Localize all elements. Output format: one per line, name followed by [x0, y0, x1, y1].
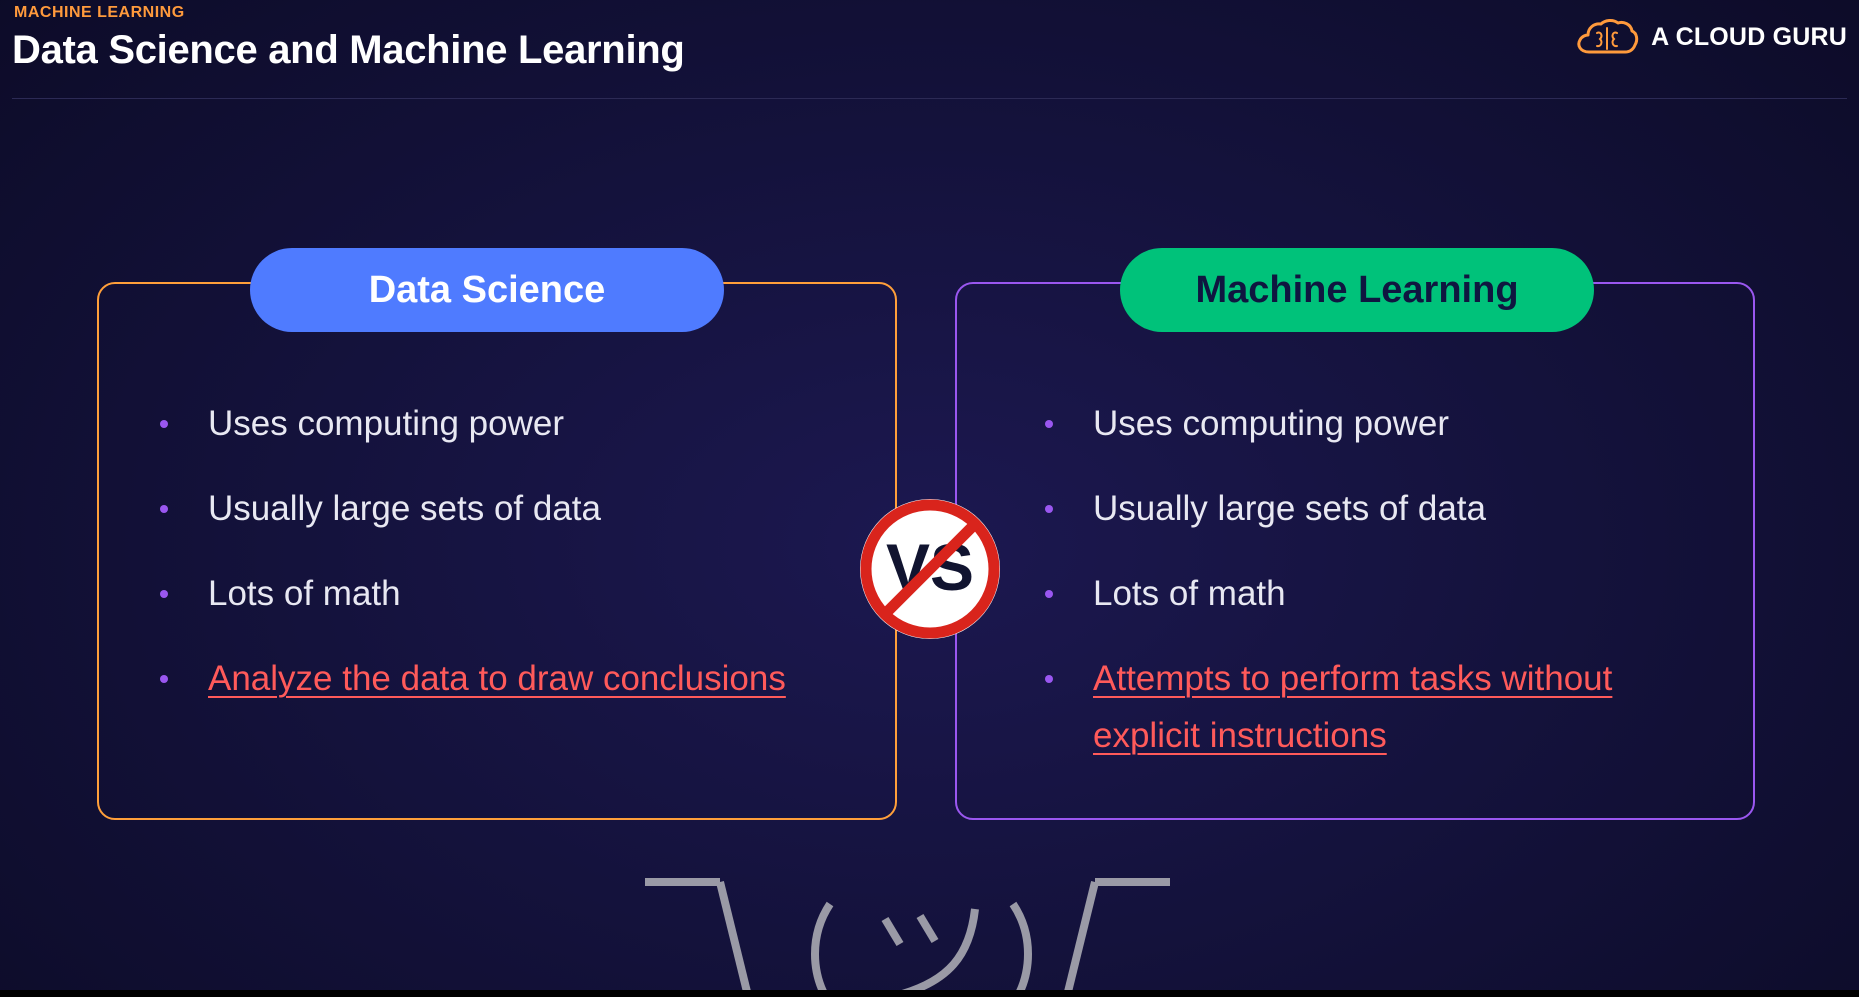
list-item: Uses computing power: [160, 395, 840, 452]
vs-prohibited-icon: VS: [855, 494, 1005, 644]
bullet-dot-icon: [1045, 505, 1053, 513]
shrug-emoticon: [620, 864, 1240, 990]
list-item: Usually large sets of data: [160, 480, 840, 537]
bullet-dot-icon: [160, 505, 168, 513]
page-title: Data Science and Machine Learning: [12, 28, 685, 72]
machine-learning-heading-label: Machine Learning: [1195, 268, 1519, 311]
brand-name: A CLOUD GURU: [1651, 22, 1847, 51]
bullet-dot-icon: [1045, 420, 1053, 428]
list-item: Uses computing power: [1045, 395, 1725, 452]
bullet-dot-icon: [1045, 675, 1053, 683]
cloud-brain-icon: [1575, 18, 1639, 56]
list-item-highlight: Analyze the data to draw conclusions: [160, 650, 840, 707]
slide: MACHINE LEARNING Data Science and Machin…: [0, 0, 1859, 990]
bullet-dot-icon: [160, 590, 168, 598]
data-science-heading-label: Data Science: [368, 268, 606, 311]
list-item: Usually large sets of data: [1045, 480, 1725, 537]
bullet-dot-icon: [160, 675, 168, 683]
machine-learning-heading: Machine Learning: [1120, 248, 1594, 332]
brand: A CLOUD GURU: [1575, 18, 1847, 56]
bottom-bar: [0, 990, 1859, 997]
bullet-dot-icon: [1045, 590, 1053, 598]
header-divider: [12, 98, 1847, 99]
list-item: Lots of math: [160, 565, 840, 622]
data-science-bullet-list: Uses computing power Usually large sets …: [160, 395, 840, 735]
list-item: Lots of math: [1045, 565, 1725, 622]
machine-learning-bullet-list: Uses computing power Usually large sets …: [1045, 395, 1725, 792]
bullet-dot-icon: [160, 420, 168, 428]
data-science-heading: Data Science: [250, 248, 724, 332]
section-eyebrow: MACHINE LEARNING: [14, 4, 185, 21]
list-item-highlight: Attempts to perform tasks without explic…: [1045, 650, 1725, 764]
